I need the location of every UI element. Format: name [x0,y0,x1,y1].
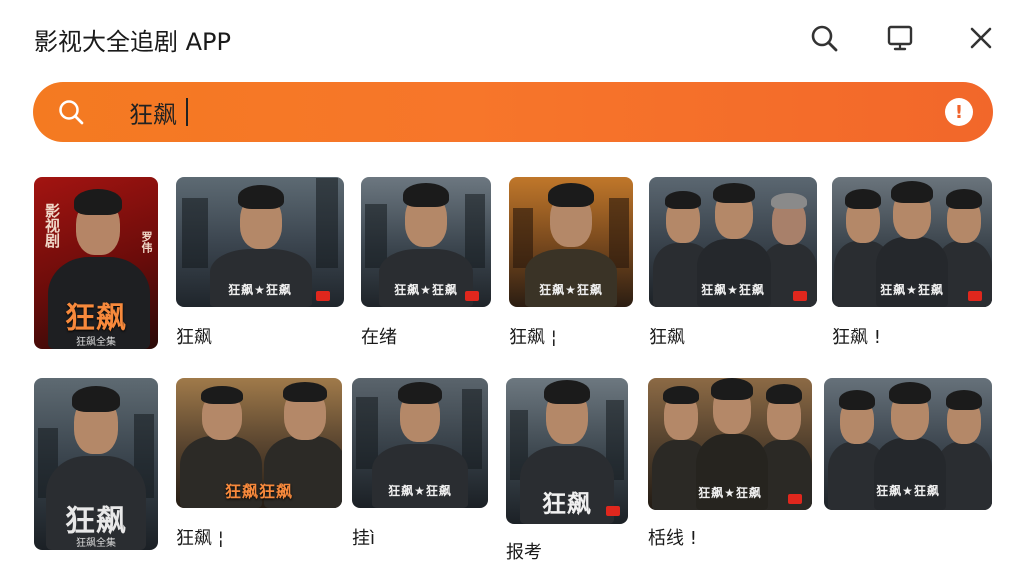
result-card[interactable]: 狂飙★狂飙 狂飙 [649,177,817,349]
result-card[interactable]: 狂飙★狂飙 挂ì [352,378,488,550]
poster[interactable]: 狂飙★狂飙 [352,378,488,508]
poster[interactable]: 影视剧 罗伟 狂飙 狂飙全集 [34,177,158,349]
poster-title: 狂飙★狂飙 [701,283,765,297]
corner-badge [968,291,982,301]
text-caret [186,98,188,126]
result-card[interactable]: 狂飙 报考 [506,378,628,563]
poster[interactable]: 狂飙★狂飙 [648,378,812,510]
result-card[interactable]: 狂飙狂飙 狂飙 ¦ [176,378,342,550]
card-title[interactable]: 挂ì [352,524,375,550]
result-card[interactable]: 狂飙 狂飙全集 [34,378,158,550]
poster[interactable]: 狂飙★狂飙 [649,177,817,307]
result-card[interactable]: 狂飙★狂飙 栝线 ! [648,378,812,550]
result-card[interactable]: 影视剧 罗伟 狂飙 狂飙全集 [34,177,158,349]
poster-title: 狂飙★狂飙 [388,484,452,498]
corner-badge [793,291,807,301]
poster-title: 狂飙★狂飙 [539,283,603,297]
poster[interactable]: 狂飙★狂飙 [824,378,992,510]
card-title[interactable]: 栝线 ! [648,524,697,550]
search-icon[interactable] [808,22,840,54]
search-bar: ! [33,82,993,142]
poster[interactable]: 狂飙 狂飙全集 [34,378,158,550]
poster[interactable]: 狂飙★狂飙 [361,177,491,307]
poster[interactable]: 狂飙★狂飙 [509,177,633,307]
poster-title: 狂飙 [65,301,127,336]
card-title[interactable]: 狂飙 [649,323,685,349]
top-bar: 影视大全追剧 APP [0,0,1024,76]
card-title[interactable]: 狂飙 ! [832,323,881,349]
tv-icon[interactable] [884,22,916,54]
poster-title: 狂飙狂飙 [224,482,293,501]
card-title[interactable]: 报考 [506,538,542,564]
close-icon[interactable] [965,22,997,54]
card-title[interactable]: 狂飙 ¦ [509,323,557,349]
corner-badge [316,291,330,301]
result-card[interactable]: 狂飙★狂飙 狂飙 ! [832,177,992,349]
poster[interactable]: 狂飙狂飙 [176,378,342,508]
result-card[interactable]: 狂飙★狂飙 狂飙 ¦ [509,177,633,349]
poster[interactable]: 狂飙 [506,378,628,524]
alert-icon[interactable]: ! [945,98,973,126]
poster[interactable]: 狂飙★狂飙 [832,177,992,307]
search-input[interactable] [129,92,909,132]
card-title[interactable]: 在绪 [361,323,397,349]
result-card[interactable]: 狂飙★狂飙 [824,378,992,514]
corner-badge [465,291,479,301]
result-card[interactable]: 狂飙★狂飙 狂飙 [176,177,344,349]
card-title[interactable]: 狂飙 ¦ [176,524,224,550]
poster-subtitle: 狂飙全集 [76,538,116,549]
poster-title: 狂飙★狂飙 [876,484,940,498]
card-title[interactable]: 狂飙 [176,323,212,349]
corner-badge [606,506,620,516]
result-card[interactable]: 狂飙★狂飙 在绪 [361,177,491,349]
poster[interactable]: 狂飙★狂飙 [176,177,344,307]
poster-subtitle: 狂飙全集 [76,337,116,348]
corner-badge [788,494,802,504]
app-title: 影视大全追剧 APP [34,28,231,56]
search-field-icon [55,96,87,128]
